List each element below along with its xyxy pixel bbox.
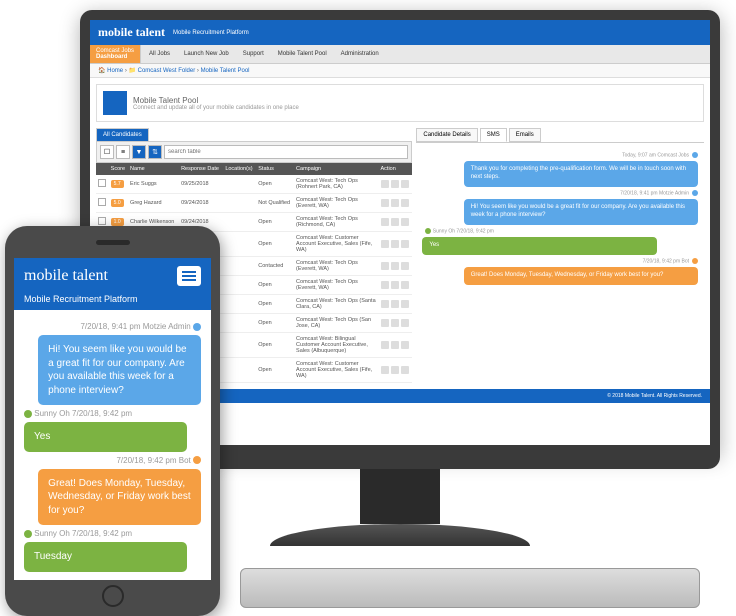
dashboard-bar: Comcast Jobs Dashboard All Jobs Launch N… — [90, 45, 710, 64]
chat-meta: Sunny Oh 7/20/18, 9:42 pm — [24, 409, 201, 418]
brand-logo: mobile talent — [98, 25, 165, 40]
nav-launch-job[interactable]: Launch New Job — [178, 48, 235, 60]
chat-meta: 7/20/18, 9:42 pm Bot — [422, 258, 698, 264]
nav-admin[interactable]: Administration — [335, 48, 385, 60]
more-icon[interactable] — [401, 240, 409, 248]
email-icon[interactable] — [381, 262, 389, 270]
email-icon[interactable] — [381, 180, 389, 188]
more-icon[interactable] — [401, 180, 409, 188]
sms-chat: Today, 9:07 am Comcast Jobs Thank you fo… — [416, 143, 704, 293]
sms-icon[interactable] — [391, 281, 399, 289]
table-row[interactable]: 5.7Eric Suggs09/25/2018OpenComcast West:… — [96, 175, 412, 194]
detail-panel: Candidate Details SMS Emails Today, 9:07… — [416, 128, 704, 383]
chat-meta: 7/20/18, 9:42 pm Bot — [24, 456, 201, 465]
more-icon[interactable] — [401, 300, 409, 308]
pool-icon — [103, 91, 127, 115]
phone-header: mobile talent — [14, 258, 211, 294]
table-row[interactable]: 5.0Greg Hazard09/24/2018Not QualifiedCom… — [96, 194, 412, 213]
phone-screen: mobile talent Mobile Recruitment Platfor… — [14, 258, 211, 580]
chat-bubble: Yes — [422, 237, 656, 255]
tab-sms[interactable]: SMS — [480, 128, 507, 142]
more-icon[interactable] — [401, 281, 409, 289]
chat-meta: Today, 9:07 am Comcast Jobs — [422, 152, 698, 158]
brand-subtitle: Mobile Recruitment Platform — [173, 30, 249, 36]
email-icon[interactable] — [381, 300, 389, 308]
breadcrumb: 🏠 Home › 📁 Comcast West Folder › Mobile … — [90, 64, 710, 78]
col-action: Action — [379, 163, 413, 175]
more-icon[interactable] — [401, 218, 409, 226]
col-select — [96, 163, 109, 175]
chat-bubble: Great! Does Monday, Tuesday, Wednesday, … — [38, 469, 201, 526]
email-icon[interactable] — [381, 199, 389, 207]
select-all-button[interactable]: ☐ — [100, 145, 114, 159]
phone-brand: mobile talent — [24, 267, 108, 285]
email-icon[interactable] — [381, 281, 389, 289]
chat-bubble: Yes — [24, 422, 187, 452]
chat-meta: Sunny Oh 7/20/18, 9:42 pm — [422, 228, 698, 234]
sms-icon[interactable] — [391, 240, 399, 248]
sms-icon[interactable] — [391, 319, 399, 327]
keyboard — [240, 568, 700, 608]
columns-button[interactable]: ≡ — [116, 145, 130, 159]
tab-all-candidates[interactable]: All Candidates — [96, 128, 149, 141]
search-input[interactable] — [164, 145, 408, 159]
table-toolbar: ☐ ≡ ▼ ⇅ — [96, 141, 412, 163]
chat-bubble: Hi! You seem like you would be a great f… — [464, 199, 698, 225]
email-icon[interactable] — [381, 366, 389, 374]
sort-button[interactable]: ⇅ — [148, 145, 162, 159]
menu-icon[interactable] — [177, 266, 201, 286]
chat-meta: 7/20/18, 9:41 pm Motzie Admin — [24, 322, 201, 331]
chat-bubble: Thank you for completing the pre-qualifi… — [464, 161, 698, 187]
sms-icon[interactable] — [391, 199, 399, 207]
chat-bubble: Tuesday — [24, 542, 187, 572]
phone-subtitle: Mobile Recruitment Platform — [14, 294, 211, 310]
col-campaign[interactable]: Campaign — [294, 163, 378, 175]
more-icon[interactable] — [401, 262, 409, 270]
sms-icon[interactable] — [391, 262, 399, 270]
nav-all-jobs[interactable]: All Jobs — [143, 48, 176, 60]
chat-bubble: Hi! You seem like you would be a great f… — [38, 335, 201, 405]
row-checkbox[interactable] — [98, 198, 106, 206]
dashboard-badge[interactable]: Comcast Jobs Dashboard — [90, 45, 141, 63]
mobile-phone: mobile talent Mobile Recruitment Platfor… — [5, 226, 220, 616]
email-icon[interactable] — [381, 218, 389, 226]
sms-icon[interactable] — [391, 341, 399, 349]
more-icon[interactable] — [401, 366, 409, 374]
sms-icon[interactable] — [391, 300, 399, 308]
email-icon[interactable] — [381, 319, 389, 327]
chat-bubble: Great! Does Monday, Tuesday, Wednesday, … — [464, 267, 698, 285]
pool-title: Mobile Talent Pool — [133, 96, 299, 105]
sms-icon[interactable] — [391, 366, 399, 374]
more-icon[interactable] — [401, 199, 409, 207]
email-icon[interactable] — [381, 341, 389, 349]
col-status[interactable]: Status — [256, 163, 294, 175]
phone-chat: 7/20/18, 9:41 pm Motzie Admin Hi! You se… — [14, 310, 211, 580]
pool-subtitle: Connect and update all of your mobile ca… — [133, 105, 299, 111]
home-button[interactable] — [102, 585, 124, 607]
col-name[interactable]: Name — [128, 163, 179, 175]
col-date[interactable]: Response Date — [179, 163, 223, 175]
filter-button[interactable]: ▼ — [132, 145, 146, 159]
col-location[interactable]: Location(s) — [223, 163, 256, 175]
nav-talent-pool[interactable]: Mobile Talent Pool — [272, 48, 333, 60]
more-icon[interactable] — [401, 341, 409, 349]
sms-icon[interactable] — [391, 218, 399, 226]
tab-candidate-details[interactable]: Candidate Details — [416, 128, 477, 142]
app-header: mobile talent Mobile Recruitment Platfor… — [90, 20, 710, 45]
pool-header: Mobile Talent Pool Connect and update al… — [96, 84, 704, 122]
tab-emails[interactable]: Emails — [509, 128, 541, 142]
row-checkbox[interactable] — [98, 217, 106, 225]
sms-icon[interactable] — [391, 180, 399, 188]
nav-support[interactable]: Support — [237, 48, 270, 60]
chat-meta: Sunny Oh 7/20/18, 9:42 pm — [24, 529, 201, 538]
col-score[interactable]: Score — [109, 163, 128, 175]
more-icon[interactable] — [401, 319, 409, 327]
chat-meta: 7/20/18, 9:41 pm Motzie Admin — [422, 190, 698, 196]
row-checkbox[interactable] — [98, 179, 106, 187]
email-icon[interactable] — [381, 240, 389, 248]
